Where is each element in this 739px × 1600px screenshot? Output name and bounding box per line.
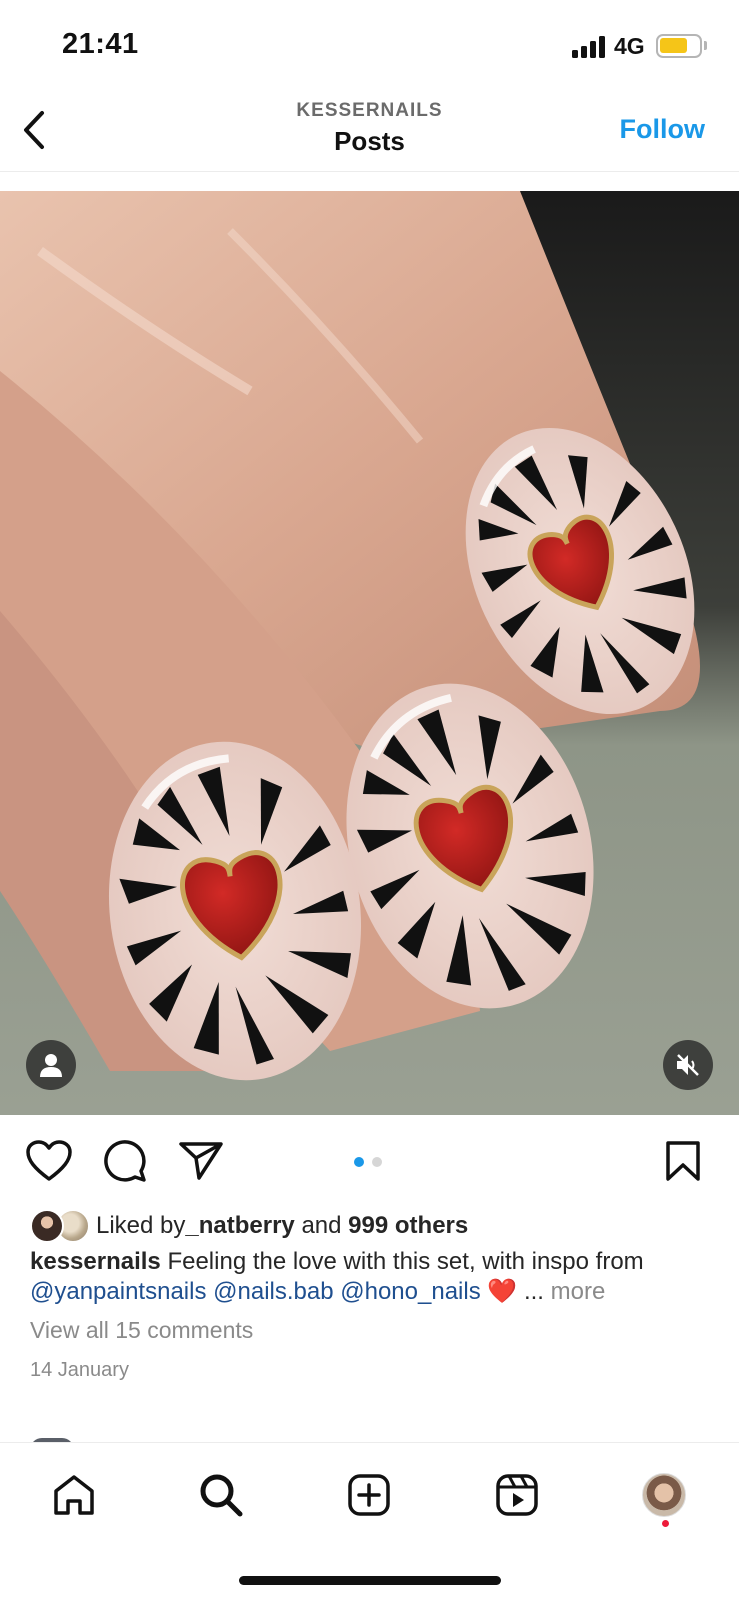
heart-emoji: ❤️ xyxy=(487,1278,518,1305)
notification-dot xyxy=(662,1520,669,1527)
heart-icon xyxy=(26,1140,72,1181)
likes-row: Liked by _natberry and 999 others xyxy=(30,1209,468,1243)
carousel-dot-active xyxy=(354,1157,364,1167)
bookmark-icon xyxy=(666,1141,700,1181)
network-label: 4G xyxy=(614,33,645,59)
tab-create[interactable] xyxy=(339,1465,399,1525)
nav-header: KESSERNAILS Posts Follow xyxy=(0,90,739,172)
home-indicator xyxy=(239,1576,501,1585)
caption-ellipsis: ... xyxy=(523,1278,551,1305)
speaker-muted-icon xyxy=(677,1054,699,1076)
signal-icon xyxy=(572,34,608,58)
reels-icon xyxy=(496,1474,538,1516)
likes-others-link[interactable]: 999 others xyxy=(348,1212,468,1240)
view-comments-link[interactable]: View all 15 comments xyxy=(30,1317,253,1344)
post-media[interactable] xyxy=(0,191,739,1115)
post-caption: kessernails Feeling the love with this s… xyxy=(30,1247,720,1307)
liker-avatars xyxy=(30,1209,92,1243)
save-button[interactable] xyxy=(658,1136,708,1186)
liker-username-link[interactable]: _natberry xyxy=(185,1212,294,1240)
mention-link[interactable]: @yanpaintsnails xyxy=(30,1278,206,1305)
more-link[interactable]: more xyxy=(551,1278,606,1305)
avatar xyxy=(30,1209,64,1243)
tab-reels[interactable] xyxy=(487,1465,547,1525)
caption-text: Feeling the love with this set, with ins… xyxy=(160,1248,644,1275)
mute-button[interactable] xyxy=(663,1040,713,1090)
tab-home[interactable] xyxy=(44,1465,104,1525)
carousel-dot xyxy=(372,1157,382,1167)
status-bar: 21:41 4G xyxy=(0,0,739,90)
tagged-users-button[interactable] xyxy=(26,1040,76,1090)
post-actions xyxy=(0,1136,739,1186)
share-button[interactable] xyxy=(176,1136,226,1186)
follow-button[interactable]: Follow xyxy=(620,114,705,145)
mention-link[interactable]: @hono_nails xyxy=(340,1278,480,1305)
tab-profile[interactable] xyxy=(634,1465,694,1525)
home-icon xyxy=(54,1475,94,1515)
comment-button[interactable] xyxy=(100,1136,150,1186)
mention-link[interactable]: @nails.bab xyxy=(213,1278,333,1305)
caption-author-link[interactable]: kessernails xyxy=(30,1248,161,1275)
like-button[interactable] xyxy=(24,1136,74,1186)
profile-avatar xyxy=(642,1473,686,1517)
battery-icon xyxy=(656,34,702,58)
search-icon xyxy=(200,1474,243,1517)
person-icon xyxy=(40,1054,62,1077)
battery-tip xyxy=(704,41,707,50)
nail-art-photo xyxy=(0,191,739,1115)
tab-search[interactable] xyxy=(191,1465,251,1525)
create-icon xyxy=(348,1474,390,1516)
status-time: 21:41 xyxy=(62,28,139,60)
carousel-indicator xyxy=(354,1157,382,1167)
likes-middle: and xyxy=(294,1212,349,1239)
likes-prefix: Liked by xyxy=(96,1212,186,1239)
post-date: 14 January xyxy=(30,1359,129,1381)
comment-icon xyxy=(104,1140,146,1182)
send-icon xyxy=(179,1142,223,1180)
